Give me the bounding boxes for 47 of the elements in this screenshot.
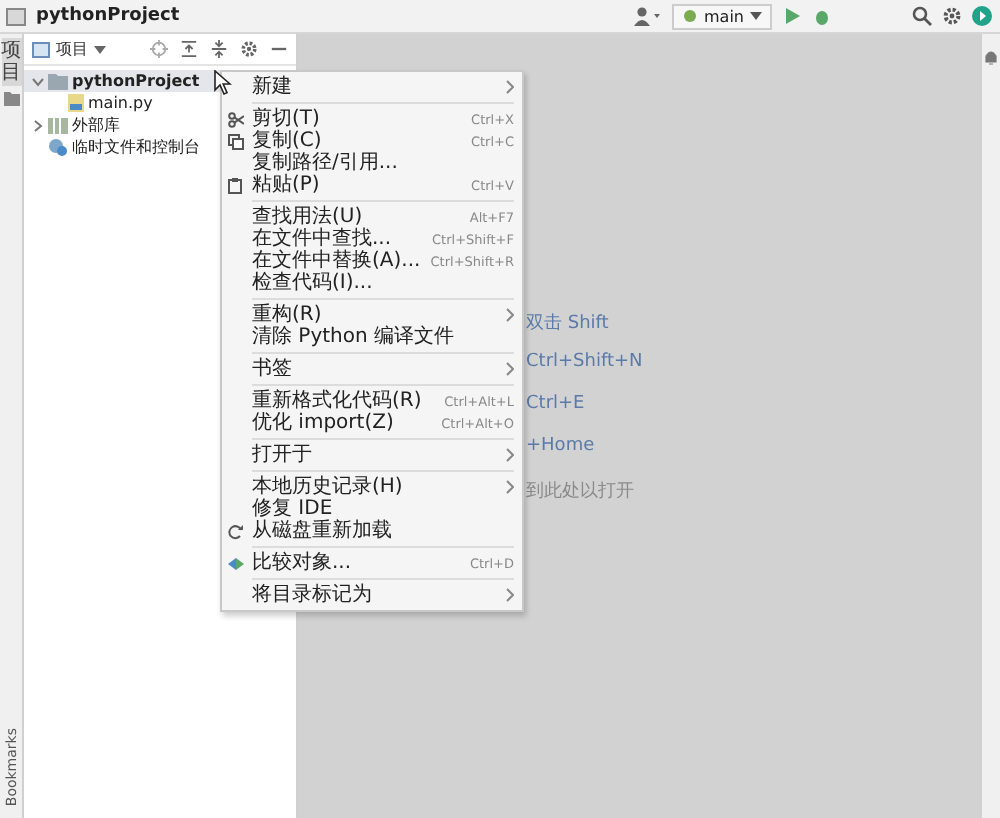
folder-icon	[48, 73, 68, 89]
editor-hint: Ctrl+E	[526, 394, 587, 418]
menu-item[interactable]: 复制路径/引用...	[222, 152, 522, 174]
settings-icon[interactable]	[240, 40, 258, 58]
window-title: pythonProject	[36, 6, 180, 26]
tree-label: 临时文件和控制台	[72, 136, 200, 158]
plugin-icon[interactable]	[972, 6, 992, 26]
editor-hint: 到此处以打开	[526, 479, 636, 502]
view-dropdown[interactable]: 项目	[32, 38, 106, 60]
scissors-icon	[228, 111, 244, 127]
file-icon	[68, 94, 84, 112]
tree-label: 外部库	[72, 114, 120, 136]
menu-item[interactable]: 清除 Python 编译文件	[222, 326, 522, 348]
search-icon[interactable]	[912, 6, 932, 26]
chevron-right-icon[interactable]	[32, 119, 44, 131]
chevron-down-icon[interactable]	[32, 75, 44, 87]
settings-icon[interactable]	[942, 6, 962, 26]
expand-all-icon[interactable]	[180, 40, 198, 58]
user-icon[interactable]	[634, 6, 662, 26]
diff-icon	[228, 555, 244, 571]
project-tab[interactable]: 项目	[1, 38, 21, 86]
tree-label: main.py	[88, 94, 153, 112]
caret-icon	[750, 12, 762, 20]
tree-label: pythonProject	[72, 72, 200, 90]
target-icon[interactable]	[150, 40, 168, 58]
menu-item[interactable]: 打开于	[222, 444, 522, 466]
menu-item[interactable]: 书签	[222, 358, 522, 380]
reload-icon	[228, 523, 244, 539]
menu-item[interactable]: 检查代码(I)...	[222, 272, 522, 294]
caret-icon	[94, 45, 106, 53]
folder-icon[interactable]	[3, 92, 19, 106]
menu-item[interactable]: 修复 IDE	[222, 498, 522, 520]
menu-item[interactable]: 从磁盘重新加载	[222, 520, 522, 542]
menu-item[interactable]: 本地历史记录(H)	[222, 476, 522, 498]
scratch-icon	[48, 138, 68, 156]
copy-icon	[228, 133, 244, 149]
editor-hint: +Home	[526, 436, 597, 460]
editor-hint: 双击 Shift	[526, 311, 611, 334]
branch-button[interactable]: main	[672, 3, 772, 29]
bell-icon[interactable]	[984, 50, 998, 66]
menu-item[interactable]: 将目录标记为	[222, 584, 522, 606]
menu-item[interactable]: 重构(R)	[222, 304, 522, 326]
clipboard-icon	[228, 177, 242, 193]
editor-hint: Ctrl+Shift+N	[526, 352, 645, 376]
library-icon	[48, 117, 68, 133]
run-icon[interactable]	[782, 6, 802, 26]
collapse-all-icon[interactable]	[210, 40, 228, 58]
